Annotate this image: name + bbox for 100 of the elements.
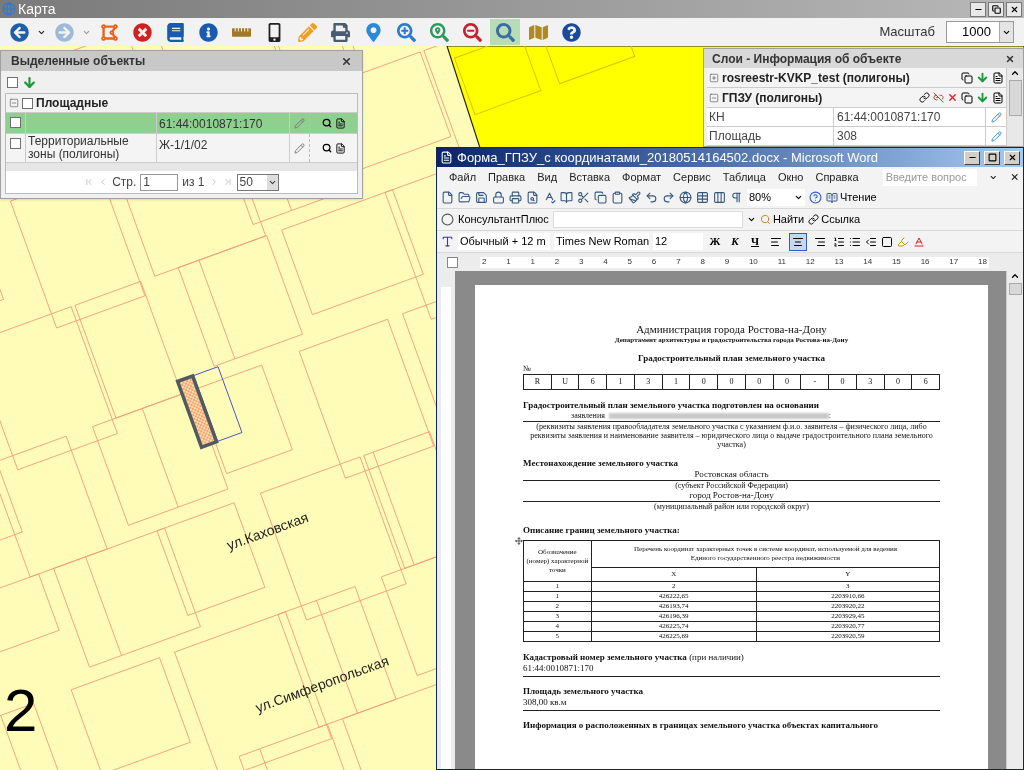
print-preview-icon[interactable]	[526, 191, 539, 204]
copy-icon[interactable]	[594, 191, 607, 204]
result-row[interactable]: 61:44:0010871:170	[6, 113, 357, 134]
font-size-select[interactable]: 12	[653, 233, 703, 250]
menu-item[interactable]: Файл	[449, 168, 477, 186]
undo-icon[interactable]	[645, 191, 658, 204]
scroll-up-icon[interactable]	[1010, 68, 1020, 78]
page-field[interactable]: 1	[140, 173, 179, 191]
menu-item[interactable]: Окно	[777, 168, 804, 186]
tab-stop-icon[interactable]	[447, 256, 458, 268]
copy-icon[interactable]	[961, 71, 973, 84]
save-icon[interactable]	[475, 191, 488, 204]
checkbox[interactable]	[10, 117, 21, 128]
zoom-out-icon[interactable]	[462, 22, 482, 42]
edit-icon[interactable]	[294, 142, 305, 154]
basis-heading: Градостроительный план земельного участка подготовлен на основании	[523, 400, 820, 411]
menu-item[interactable]: Формат	[622, 168, 662, 186]
clear-selection-icon[interactable]	[132, 22, 152, 42]
menu-item[interactable]: Справка	[815, 168, 859, 186]
map-icon[interactable]	[528, 22, 548, 42]
open-book-icon[interactable]	[826, 191, 838, 204]
open-folder-icon[interactable]	[458, 191, 471, 204]
hyperlink-icon[interactable]	[679, 191, 692, 204]
bold-button[interactable]: Ж	[707, 233, 723, 250]
close-icon[interactable]	[341, 55, 352, 67]
close-icon[interactable]	[1005, 53, 1015, 64]
delete-icon[interactable]	[947, 92, 958, 103]
consultant-search-field[interactable]	[552, 211, 743, 228]
find-button[interactable]: Найти	[759, 211, 805, 228]
zoom-to-icon[interactable]	[321, 143, 332, 153]
checkbox[interactable]	[22, 97, 33, 109]
menu-item[interactable]: Сервис	[673, 168, 711, 186]
search-icon[interactable]	[495, 22, 515, 42]
checkbox[interactable]	[10, 138, 21, 149]
zoom-to-icon[interactable]	[321, 118, 332, 128]
link-icon[interactable]	[808, 214, 820, 225]
zoom-location-icon[interactable]	[429, 22, 449, 42]
styles-icon[interactable]	[441, 235, 454, 248]
menu-item[interactable]: Правка	[488, 168, 526, 186]
format-painter-icon[interactable]	[628, 191, 641, 204]
zoom-in-icon[interactable]	[396, 22, 416, 42]
scroll-up-icon[interactable]	[1010, 271, 1020, 281]
help-icon[interactable]	[809, 191, 822, 204]
document-icon[interactable]	[334, 142, 346, 154]
dropdown-caret-icon[interactable]	[746, 215, 756, 224]
cadastral-value: 61:44:0010871:170	[523, 663, 940, 677]
table-icon[interactable]	[696, 191, 709, 204]
bullet-list-icon[interactable]	[849, 235, 861, 248]
scroll-thumb[interactable]	[1008, 283, 1022, 295]
copy-icon[interactable]	[961, 91, 973, 104]
back-arrow-icon[interactable]	[9, 22, 29, 42]
pilcrow-icon[interactable]	[730, 191, 743, 204]
dropdown-caret-icon[interactable]	[794, 193, 803, 202]
printer-icon[interactable]	[330, 22, 350, 42]
layer-name: ГПЗУ (полигоны)	[722, 89, 824, 107]
document-icon[interactable]	[992, 91, 1004, 104]
columns-icon[interactable]	[713, 191, 726, 204]
research-icon[interactable]	[560, 191, 573, 204]
consultant-menu[interactable]: КонсультантПлюс	[458, 211, 549, 228]
unlink-icon[interactable]	[933, 92, 944, 103]
help-icon[interactable]	[561, 22, 581, 42]
underline-button[interactable]: Ч	[747, 233, 763, 250]
menu-item[interactable]: Вставка	[569, 168, 610, 186]
numbered-list-icon[interactable]	[833, 235, 845, 248]
new-document-icon[interactable]	[441, 191, 454, 204]
scroll-thumb[interactable]	[1008, 80, 1022, 116]
spelling-icon[interactable]	[543, 191, 556, 204]
book-icon[interactable]	[165, 22, 185, 42]
map-pin-icon[interactable]	[363, 22, 383, 42]
font-select[interactable]: Times New Roman	[554, 233, 649, 250]
document-icon[interactable]	[334, 117, 346, 129]
page-size-select[interactable]: 50	[236, 173, 279, 191]
result-row[interactable]: Территориальные зоны (полигоны) Ж-1/1/02	[6, 134, 357, 163]
border-icon[interactable]	[881, 235, 893, 248]
checkbox[interactable]	[7, 76, 18, 88]
italic-button[interactable]: К	[727, 233, 743, 250]
style-select[interactable]: Обычный + 12 m	[458, 233, 550, 250]
permission-icon[interactable]	[492, 191, 505, 204]
edit-icon[interactable]	[990, 130, 1002, 142]
redo-icon[interactable]	[662, 191, 675, 204]
edit-icon[interactable]	[990, 111, 1002, 123]
table-move-handle-icon[interactable]	[515, 537, 523, 545]
reading-button[interactable]: Чтение	[826, 189, 877, 206]
scale-select[interactable]: 1000	[946, 21, 1014, 43]
paste-icon[interactable]	[611, 191, 624, 204]
font-color-icon[interactable]	[913, 235, 925, 248]
search-button[interactable]	[490, 19, 520, 45]
basis-label: заявления	[571, 411, 605, 421]
indent-icon[interactable]	[865, 235, 877, 248]
zoom-select[interactable]: 80%	[747, 189, 805, 206]
cut-icon[interactable]	[577, 191, 590, 204]
document-icon[interactable]	[992, 71, 1004, 84]
menu-item[interactable]: Таблица	[722, 168, 766, 186]
info-icon[interactable]	[198, 22, 218, 42]
printer-icon[interactable]	[509, 191, 522, 204]
link-button[interactable]: Ссылка	[808, 211, 861, 228]
link-icon[interactable]	[919, 92, 930, 103]
menu-item[interactable]: Вид	[537, 168, 558, 186]
polygon-icon[interactable]	[99, 22, 119, 42]
close-icon[interactable]	[1009, 172, 1019, 182]
